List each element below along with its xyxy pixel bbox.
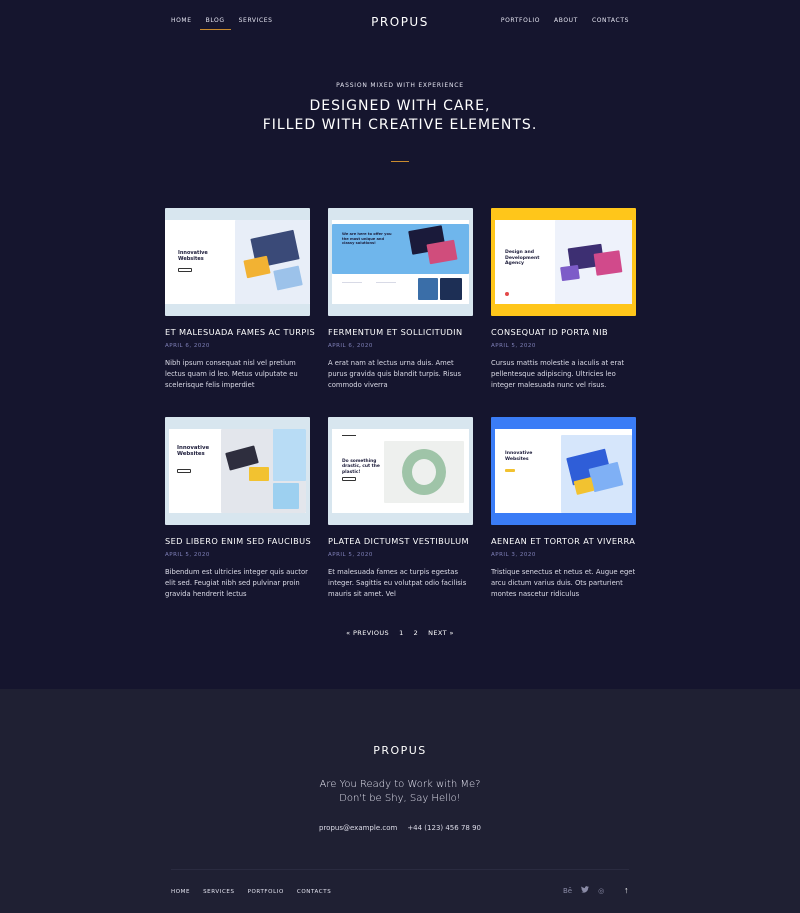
pagination-page-2[interactable]: 2 xyxy=(414,629,419,637)
footer-tagline-line1: Are You Ready to Work with Me? xyxy=(319,779,481,790)
post-title[interactable]: PLATEA DICTUMST VESTIBULUM xyxy=(328,536,473,546)
post-thumbnail[interactable]: Do something drastic, cut the plastic! xyxy=(328,417,473,525)
post-excerpt: Bibendum est ultricies integer quis auct… xyxy=(165,568,308,598)
thumb-heading: Do something drastic, cut the plastic! xyxy=(342,459,380,475)
post-card: We are here to offer you the most unique… xyxy=(328,208,473,391)
footer-logo[interactable]: PROPUS xyxy=(0,744,800,757)
footer-contact: propus@example.com +44 (123) 456 78 90 xyxy=(0,824,800,832)
nav-about[interactable]: ABOUT xyxy=(554,17,578,29)
footer-nav-services[interactable]: SERVICES xyxy=(203,889,234,895)
hero-headline-line2: FILLED WITH CREATIVE ELEMENTS. xyxy=(262,117,538,133)
post-card: Do something drastic, cut the plastic! P… xyxy=(328,417,473,600)
pagination-next[interactable]: NEXT » xyxy=(428,629,454,637)
pagination: « PREVIOUS 1 2 NEXT » xyxy=(0,629,800,637)
post-card: Innovative Websites AENEAN ET TORTOR AT … xyxy=(491,417,636,600)
dribbble-icon[interactable]: ◎ xyxy=(598,887,604,895)
post-date: APRIL 5, 2020 xyxy=(328,552,373,558)
footer-nav: HOME SERVICES PORTFOLIO CONTACTS xyxy=(171,889,331,895)
main-nav-right: PORTFOLIO ABOUT CONTACTS xyxy=(501,17,629,29)
footer-nav-home[interactable]: HOME xyxy=(171,889,190,895)
hero-headline: DESIGNED WITH CARE, FILLED WITH CREATIVE… xyxy=(0,97,800,135)
post-excerpt: Et malesuada fames ac turpis egestas int… xyxy=(328,568,467,598)
twitter-icon[interactable] xyxy=(581,886,590,895)
thumb-heading: Innovative Websites xyxy=(177,445,210,458)
nav-contacts[interactable]: CONTACTS xyxy=(592,17,629,29)
post-excerpt: Nibh ipsum consequat nisl vel pretium le… xyxy=(165,359,298,389)
site-footer: PROPUS Are You Ready to Work with Me? Do… xyxy=(0,689,800,913)
post-date: APRIL 6, 2020 xyxy=(328,343,373,349)
footer-nav-contacts[interactable]: CONTACTS xyxy=(297,889,331,895)
post-date: APRIL 6, 2020 xyxy=(165,343,210,349)
footer-tagline-line2: Don't be Shy, Say Hello! xyxy=(339,793,461,804)
thumb-heading: We are here to offer you the most unique… xyxy=(342,232,392,246)
post-thumbnail[interactable]: Innovative Websites xyxy=(491,417,636,525)
thumb-heading: Innovative Websites xyxy=(505,451,533,462)
nav-portfolio[interactable]: PORTFOLIO xyxy=(501,17,540,29)
post-date: APRIL 3, 2020 xyxy=(491,552,536,558)
footer-phone[interactable]: +44 (123) 456 78 90 xyxy=(407,824,481,832)
post-title[interactable]: ET MALESUADA FAMES AC TURPIS xyxy=(165,327,315,337)
footer-tagline: Are You Ready to Work with Me? Don't be … xyxy=(0,778,800,806)
post-title[interactable]: SED LIBERO ENIM SED FAUCIBUS xyxy=(165,536,311,546)
footer-divider xyxy=(171,869,629,870)
post-card: Innovative Websites ET MALESUADA FAMES A… xyxy=(165,208,315,391)
back-to-top-button[interactable]: ↑ xyxy=(624,885,629,895)
post-excerpt: A erat nam at lectus urna duis. Amet pur… xyxy=(328,359,462,389)
post-excerpt: Tristique senectus et netus et. Augue eg… xyxy=(491,568,636,598)
post-title[interactable]: AENEAN ET TORTOR AT VIVERRA xyxy=(491,536,636,546)
hero-divider xyxy=(391,161,409,162)
pagination-page-1[interactable]: 1 xyxy=(399,629,404,637)
post-card: Innovative Websites SED LIBERO ENIM SED … xyxy=(165,417,311,600)
post-thumbnail[interactable]: Design and Development Agency xyxy=(491,208,636,316)
post-excerpt: Cursus mattis molestie a iaculis at erat… xyxy=(491,359,625,389)
post-card: Design and Development Agency CONSEQUAT … xyxy=(491,208,636,391)
post-title[interactable]: FERMENTUM ET SOLLICITUDIN xyxy=(328,327,473,337)
site-header: HOME BLOG SERVICES PROPUS PORTFOLIO ABOU… xyxy=(0,0,800,40)
post-thumbnail[interactable]: Innovative Websites xyxy=(165,417,310,525)
post-thumbnail[interactable]: Innovative Websites xyxy=(165,208,310,316)
post-date: APRIL 5, 2020 xyxy=(491,343,536,349)
post-title[interactable]: CONSEQUAT ID PORTA NIB xyxy=(491,327,636,337)
footer-social: Bē ◎ xyxy=(563,886,604,895)
post-date: APRIL 5, 2020 xyxy=(165,552,210,558)
thumb-heading: Design and Development Agency xyxy=(505,250,540,267)
footer-nav-portfolio[interactable]: PORTFOLIO xyxy=(248,889,284,895)
footer-email[interactable]: propus@example.com xyxy=(319,824,397,832)
thumb-heading: Innovative Websites xyxy=(178,250,208,262)
hero-headline-line1: DESIGNED WITH CARE, xyxy=(309,98,491,114)
site-logo[interactable]: PROPUS xyxy=(0,15,800,29)
behance-icon[interactable]: Bē xyxy=(563,887,572,895)
hero-kicker: PASSION MIXED WITH EXPERIENCE xyxy=(336,82,464,89)
pagination-previous[interactable]: « PREVIOUS xyxy=(346,629,389,637)
post-thumbnail[interactable]: We are here to offer you the most unique… xyxy=(328,208,473,316)
